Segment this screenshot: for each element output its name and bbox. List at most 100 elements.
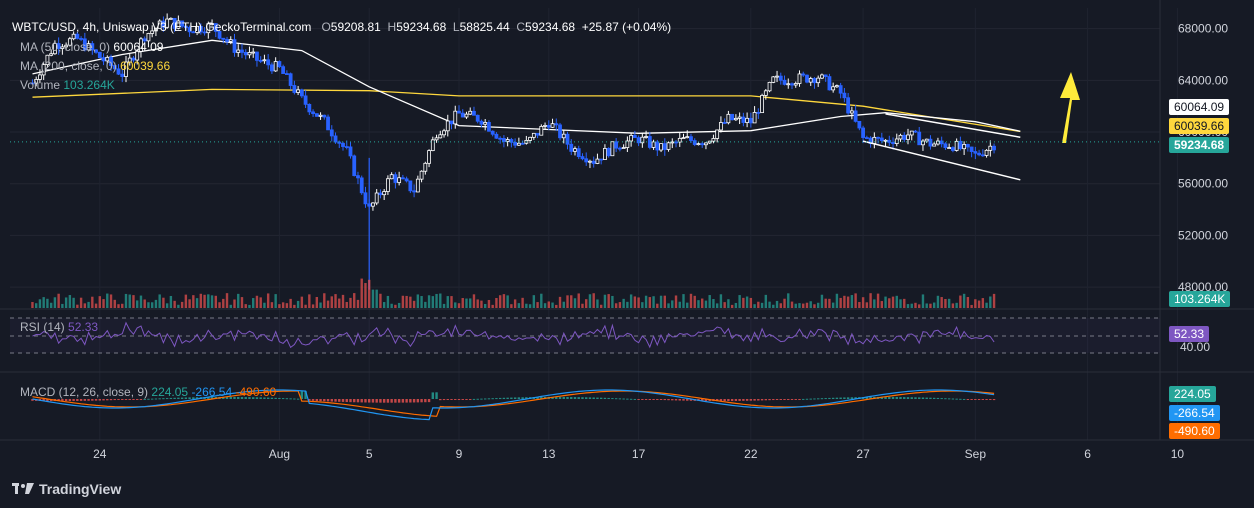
symbol-name[interactable]: WBTC/USD, 4h, Uniswap V3 (ETH) [12,20,202,34]
date-tick-label: 22 [744,447,758,461]
candle-body [363,192,368,205]
volume-bar [588,294,592,308]
volume-bar [701,298,704,308]
macd-hist-tag: 224.05 [1169,386,1216,402]
volume-bar [42,297,45,308]
candle-body [909,130,914,136]
macd-histogram-bar [72,399,75,402]
volume-bar [555,304,558,308]
volume-bar [57,293,60,308]
candle-body [849,110,854,114]
price-axis[interactable]: 68000.0064000.0060000.0056000.0052000.00… [1178,22,1228,294]
candle-body [389,174,394,180]
volume-bar [540,293,543,308]
volume-bar [472,294,476,308]
candle-body [479,120,484,125]
volume-bar [734,302,738,308]
candle-body [928,138,933,147]
volume-bar [450,296,453,308]
volume-bar [79,297,83,308]
candle-body [902,134,907,140]
macd-histogram-bar [289,398,292,400]
candle-body [595,158,600,164]
volume-bar [618,302,622,308]
volume-bar [330,296,333,308]
volume-label: Volume [20,78,61,92]
volume-bar [195,298,199,308]
macd-histogram-bar [79,399,83,401]
macd-histogram-bar [772,399,775,401]
candle-body [449,120,454,125]
candle-body [767,81,772,92]
macd-histogram-bar [326,399,330,402]
volume-bar [289,298,292,308]
candle-body [827,76,832,91]
candle-body [221,37,226,40]
candle-body [617,147,622,150]
macd-histogram-bar [839,397,842,399]
macd-histogram-bar [633,398,637,400]
legend-rsi[interactable]: RSI (14) 52.33 [20,320,98,334]
macd-histogram-bar [491,398,494,400]
volume-bar [835,293,839,308]
macd-histogram-bar [592,397,595,399]
candle-body [644,136,648,138]
date-axis[interactable]: 24 Aug 5 9 13 17 22 27 Sep 6 10 [93,447,1184,461]
volume-bar [880,301,884,308]
macd-histogram-bar [727,399,730,402]
macd-histogram-bar [745,399,749,401]
volume-bar [483,303,487,308]
candle-body [120,73,125,77]
macd-histogram-bar [757,399,760,401]
volume-bar [442,303,446,308]
volume-bar [53,297,57,308]
trading-chart[interactable]: 68000.0064000.0060000.0056000.0052000.00… [0,0,1254,508]
candle-body [348,146,353,157]
candle-body [356,175,360,179]
candle-body [835,85,839,88]
legend-macd[interactable]: MACD (12, 26, close, 9) 224.05 -266.54 -… [20,385,276,399]
macd-histogram-bar [738,399,741,401]
volume-bar [802,303,805,308]
volume-bar [966,297,970,308]
volume-bar [914,302,917,308]
candle-body [258,59,263,62]
macd-histogram-bar [87,399,90,401]
volume-bar [918,304,921,308]
candle-body [528,136,532,141]
candle-body [883,139,888,142]
macd-histogram-bar [611,398,614,400]
candle-body [501,138,506,142]
volume-bar [360,278,363,308]
volume-bar [798,303,801,308]
macd-histogram-bar [910,397,913,399]
volume-bar [173,300,176,308]
macd-histogram-bar [278,397,281,399]
candle-body [262,59,267,62]
volume-bar [693,295,696,308]
ma200-path [32,88,1021,133]
volume-bar [730,304,734,308]
legend-volume[interactable]: Volume 103.264K [20,78,115,92]
tradingview-logo[interactable]: TradingView [12,481,121,497]
volume-bar [98,296,101,308]
legend-ma50[interactable]: MA (50, close, 0) 60064.09 [20,40,163,54]
candle-body [71,33,76,40]
candle-body [296,89,301,93]
candle-body [397,177,402,183]
volume-bar [603,294,607,308]
date-tick-label: 13 [542,447,556,461]
macd-histogram-bar [102,399,105,401]
macd-histogram-bar [397,399,401,403]
volume-bar [487,299,491,308]
macd-histogram-bar [573,397,577,399]
volume-bar [248,304,251,308]
volume-bar [614,303,618,308]
volume-bar [353,293,356,308]
macd-histogram-bar [431,392,435,399]
candle-body [689,136,693,141]
volume-bar [412,300,416,308]
candle-body [378,192,383,196]
volume-bar [697,300,700,308]
legend-ma200[interactable]: MA (200, close, 0) 60039.66 [20,59,170,73]
